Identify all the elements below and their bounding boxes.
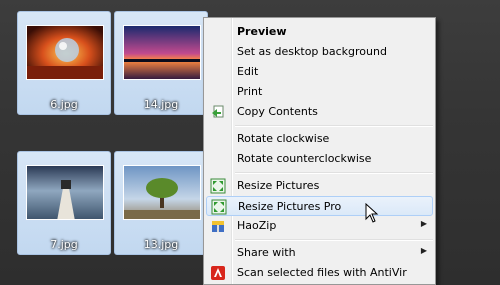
file-tile-7[interactable]: 7.jpg (17, 151, 111, 255)
menu-item-preview[interactable]: Preview (206, 22, 433, 42)
resize-pictures-pro-icon (211, 199, 227, 215)
menu-item-scan-antivir[interactable]: Scan selected files with AntiVir (206, 263, 433, 283)
menu-separator (235, 239, 433, 241)
menu-separator (235, 172, 433, 174)
menu-item-haozip[interactable]: HaoZip ▶ (206, 216, 433, 236)
submenu-arrow-icon: ▶ (420, 246, 427, 255)
menu-separator (235, 125, 433, 127)
menu-item-set-desktop-background[interactable]: Set as desktop background (206, 42, 433, 62)
menu-item-rotate-clockwise[interactable]: Rotate clockwise (206, 129, 433, 149)
file-name: 13.jpg (143, 238, 179, 251)
thumbnail-image (123, 25, 201, 80)
haozip-icon (210, 218, 226, 234)
antivir-icon (210, 265, 226, 281)
resize-pictures-icon (210, 178, 226, 194)
menu-item-edit[interactable]: Edit (206, 62, 433, 82)
mouse-cursor-icon (365, 202, 379, 227)
menu-item-rotate-counterclockwise[interactable]: Rotate counterclockwise (206, 149, 433, 169)
menu-item-share-with[interactable]: Share with ▶ (206, 243, 433, 263)
menu-item-resize-pictures[interactable]: Resize Pictures (206, 176, 433, 196)
file-tile-6[interactable]: 6.jpg (17, 11, 111, 115)
submenu-arrow-icon: ▶ (420, 219, 427, 228)
file-name: 6.jpg (50, 98, 78, 111)
thumbnail-image (26, 25, 104, 80)
file-tile-13[interactable]: 13.jpg (114, 151, 208, 255)
file-name: 7.jpg (50, 238, 78, 251)
menu-item-copy-contents[interactable]: Copy Contents (206, 102, 433, 122)
thumbnail-image (123, 165, 201, 220)
context-menu: Preview Set as desktop background Edit P… (203, 17, 436, 285)
thumbnail-image (26, 165, 104, 220)
file-name: 14.jpg (143, 98, 179, 111)
menu-item-print[interactable]: Print (206, 82, 433, 102)
file-tile-14[interactable]: 14.jpg (114, 11, 208, 115)
menu-item-resize-pictures-pro[interactable]: Resize Pictures Pro (206, 196, 433, 216)
copy-contents-icon (210, 104, 226, 120)
